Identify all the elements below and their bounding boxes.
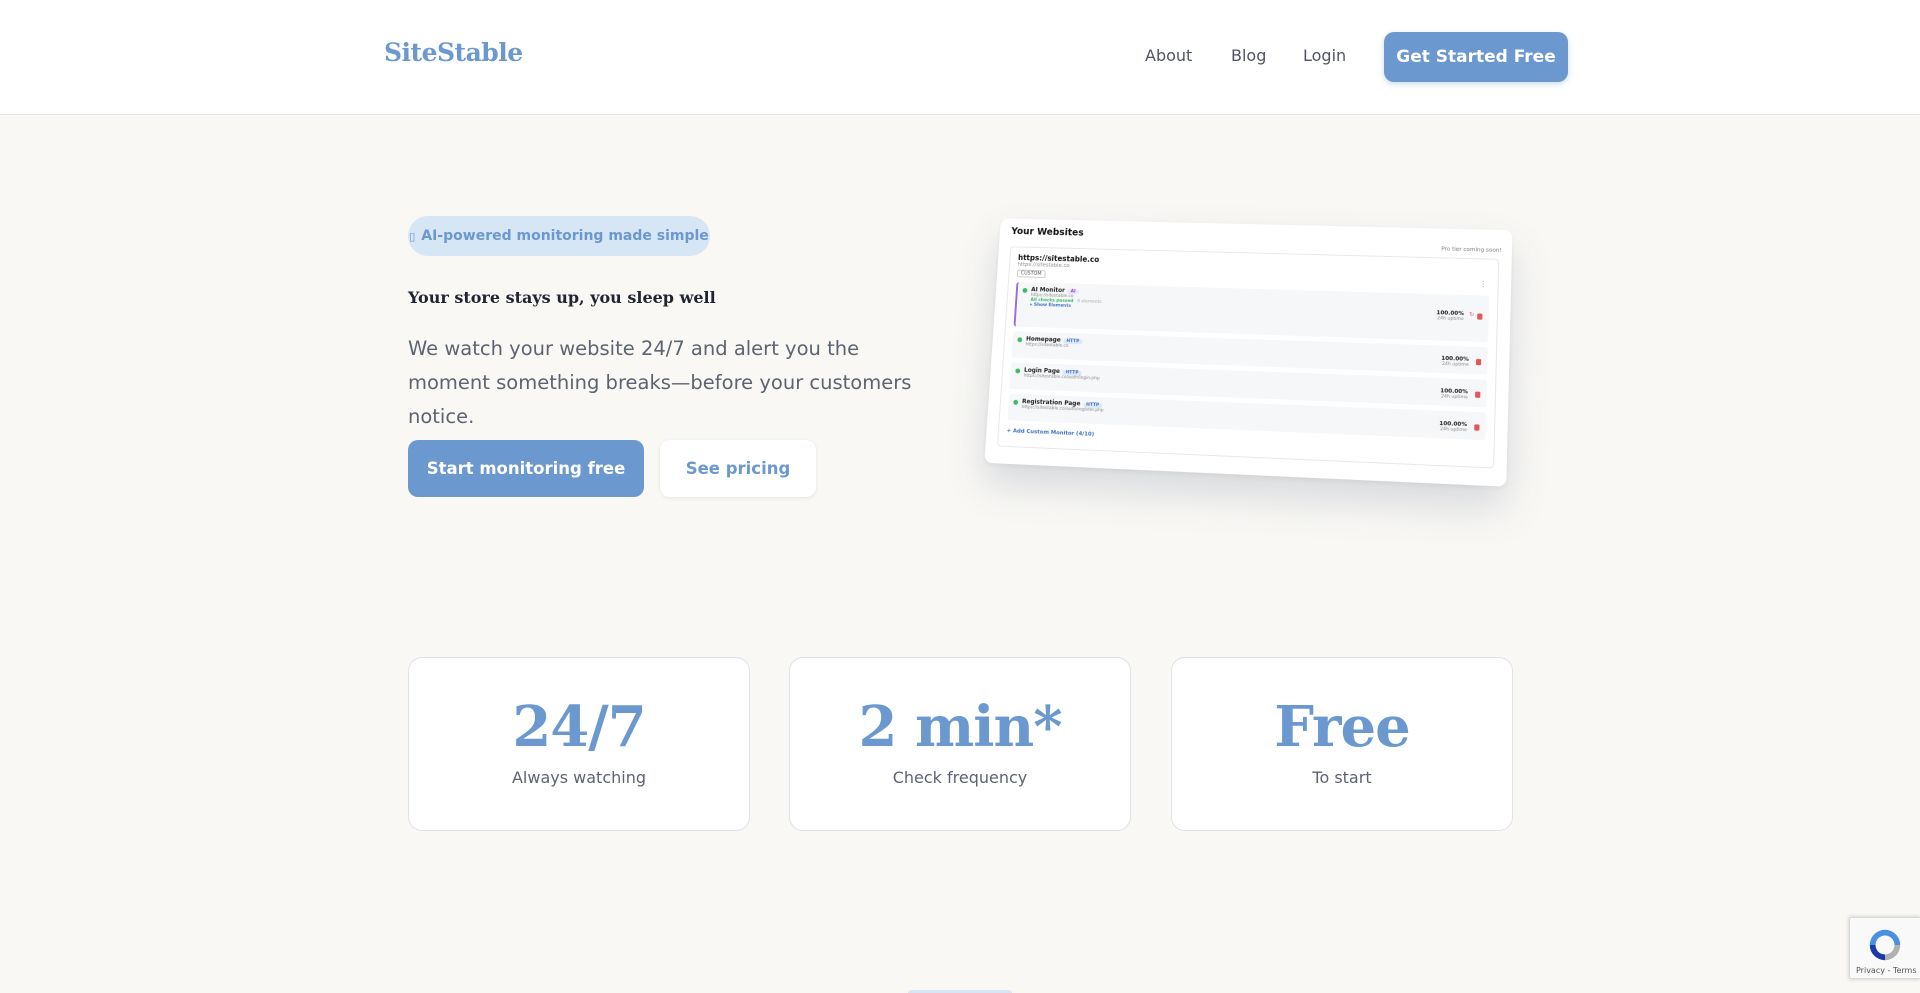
stat-label: Check frequency bbox=[892, 768, 1028, 787]
get-started-button[interactable]: Get Started Free bbox=[1384, 32, 1568, 82]
preview-site-chip: CUSTOM bbox=[1016, 269, 1046, 278]
ai-monitoring-pill: ▯ AI-powered monitoring made simple bbox=[408, 216, 710, 256]
status-dot-icon bbox=[1013, 399, 1019, 405]
monitor-uptime-label: 24h uptime bbox=[1439, 427, 1467, 434]
sparkle-icon: ▯ bbox=[409, 229, 416, 243]
trash-icon bbox=[1474, 424, 1480, 431]
stat-card-always-watching: 24/7 Always watching bbox=[408, 657, 750, 831]
recaptcha-links[interactable]: Privacy - Terms bbox=[1856, 966, 1917, 975]
preview-site-card: https://sitestable.co https://sitestable… bbox=[996, 246, 1500, 469]
status-dot-icon bbox=[1017, 337, 1023, 343]
more-options-icon: ⋮ bbox=[1479, 279, 1488, 289]
stat-label: Always watching bbox=[511, 768, 646, 787]
nav-blog[interactable]: Blog bbox=[1231, 46, 1266, 65]
monitor-uptime-label: 24h uptime bbox=[1440, 394, 1468, 401]
hero-description: We watch your website 24/7 and alert you… bbox=[408, 337, 912, 428]
nav-login[interactable]: Login bbox=[1303, 46, 1346, 65]
status-dot-icon bbox=[1022, 287, 1028, 293]
trash-icon bbox=[1477, 313, 1483, 320]
stat-value: 24/7 bbox=[512, 694, 646, 760]
status-dot-icon bbox=[1015, 368, 1021, 374]
preview-pro-note: Pro tier coming soon! bbox=[1441, 246, 1502, 254]
monitor-elements: 6 elements bbox=[1077, 299, 1102, 305]
preview-title: Your Websites bbox=[1010, 226, 1084, 239]
nav-about[interactable]: About bbox=[1145, 46, 1192, 65]
recaptcha-icon bbox=[1869, 929, 1901, 961]
stat-value: 2 min* bbox=[858, 694, 1063, 760]
dashboard-preview-card: Your Websites Pro tier coming soon! http… bbox=[984, 218, 1513, 487]
dashboard-preview: Your Websites Pro tier coming soon! http… bbox=[984, 218, 1515, 487]
stat-card-free: Free To start bbox=[1171, 657, 1513, 831]
stat-card-check-frequency: 2 min* Check frequency bbox=[789, 657, 1131, 831]
hero-tagline: Your store stays up, you sleep well bbox=[408, 288, 716, 307]
logo[interactable]: SiteStable bbox=[384, 38, 523, 67]
recaptcha-badge[interactable]: Privacy - Terms bbox=[1849, 917, 1920, 979]
refresh-icon: ↻ bbox=[1468, 311, 1475, 319]
trash-icon bbox=[1475, 391, 1481, 398]
trash-icon bbox=[1475, 358, 1482, 366]
site-header: SiteStable About Blog Login Get Started … bbox=[0, 0, 1920, 115]
start-monitoring-button[interactable]: Start monitoring free bbox=[408, 440, 644, 497]
see-pricing-button[interactable]: See pricing bbox=[660, 440, 816, 497]
monitor-uptime-label: 24h uptime bbox=[1437, 316, 1464, 323]
monitor-uptime-label: 24h uptime bbox=[1441, 361, 1469, 368]
stat-value: Free bbox=[1274, 694, 1411, 760]
pill-text: AI-powered monitoring made simple bbox=[421, 228, 709, 244]
stat-label: To start bbox=[1312, 768, 1372, 787]
